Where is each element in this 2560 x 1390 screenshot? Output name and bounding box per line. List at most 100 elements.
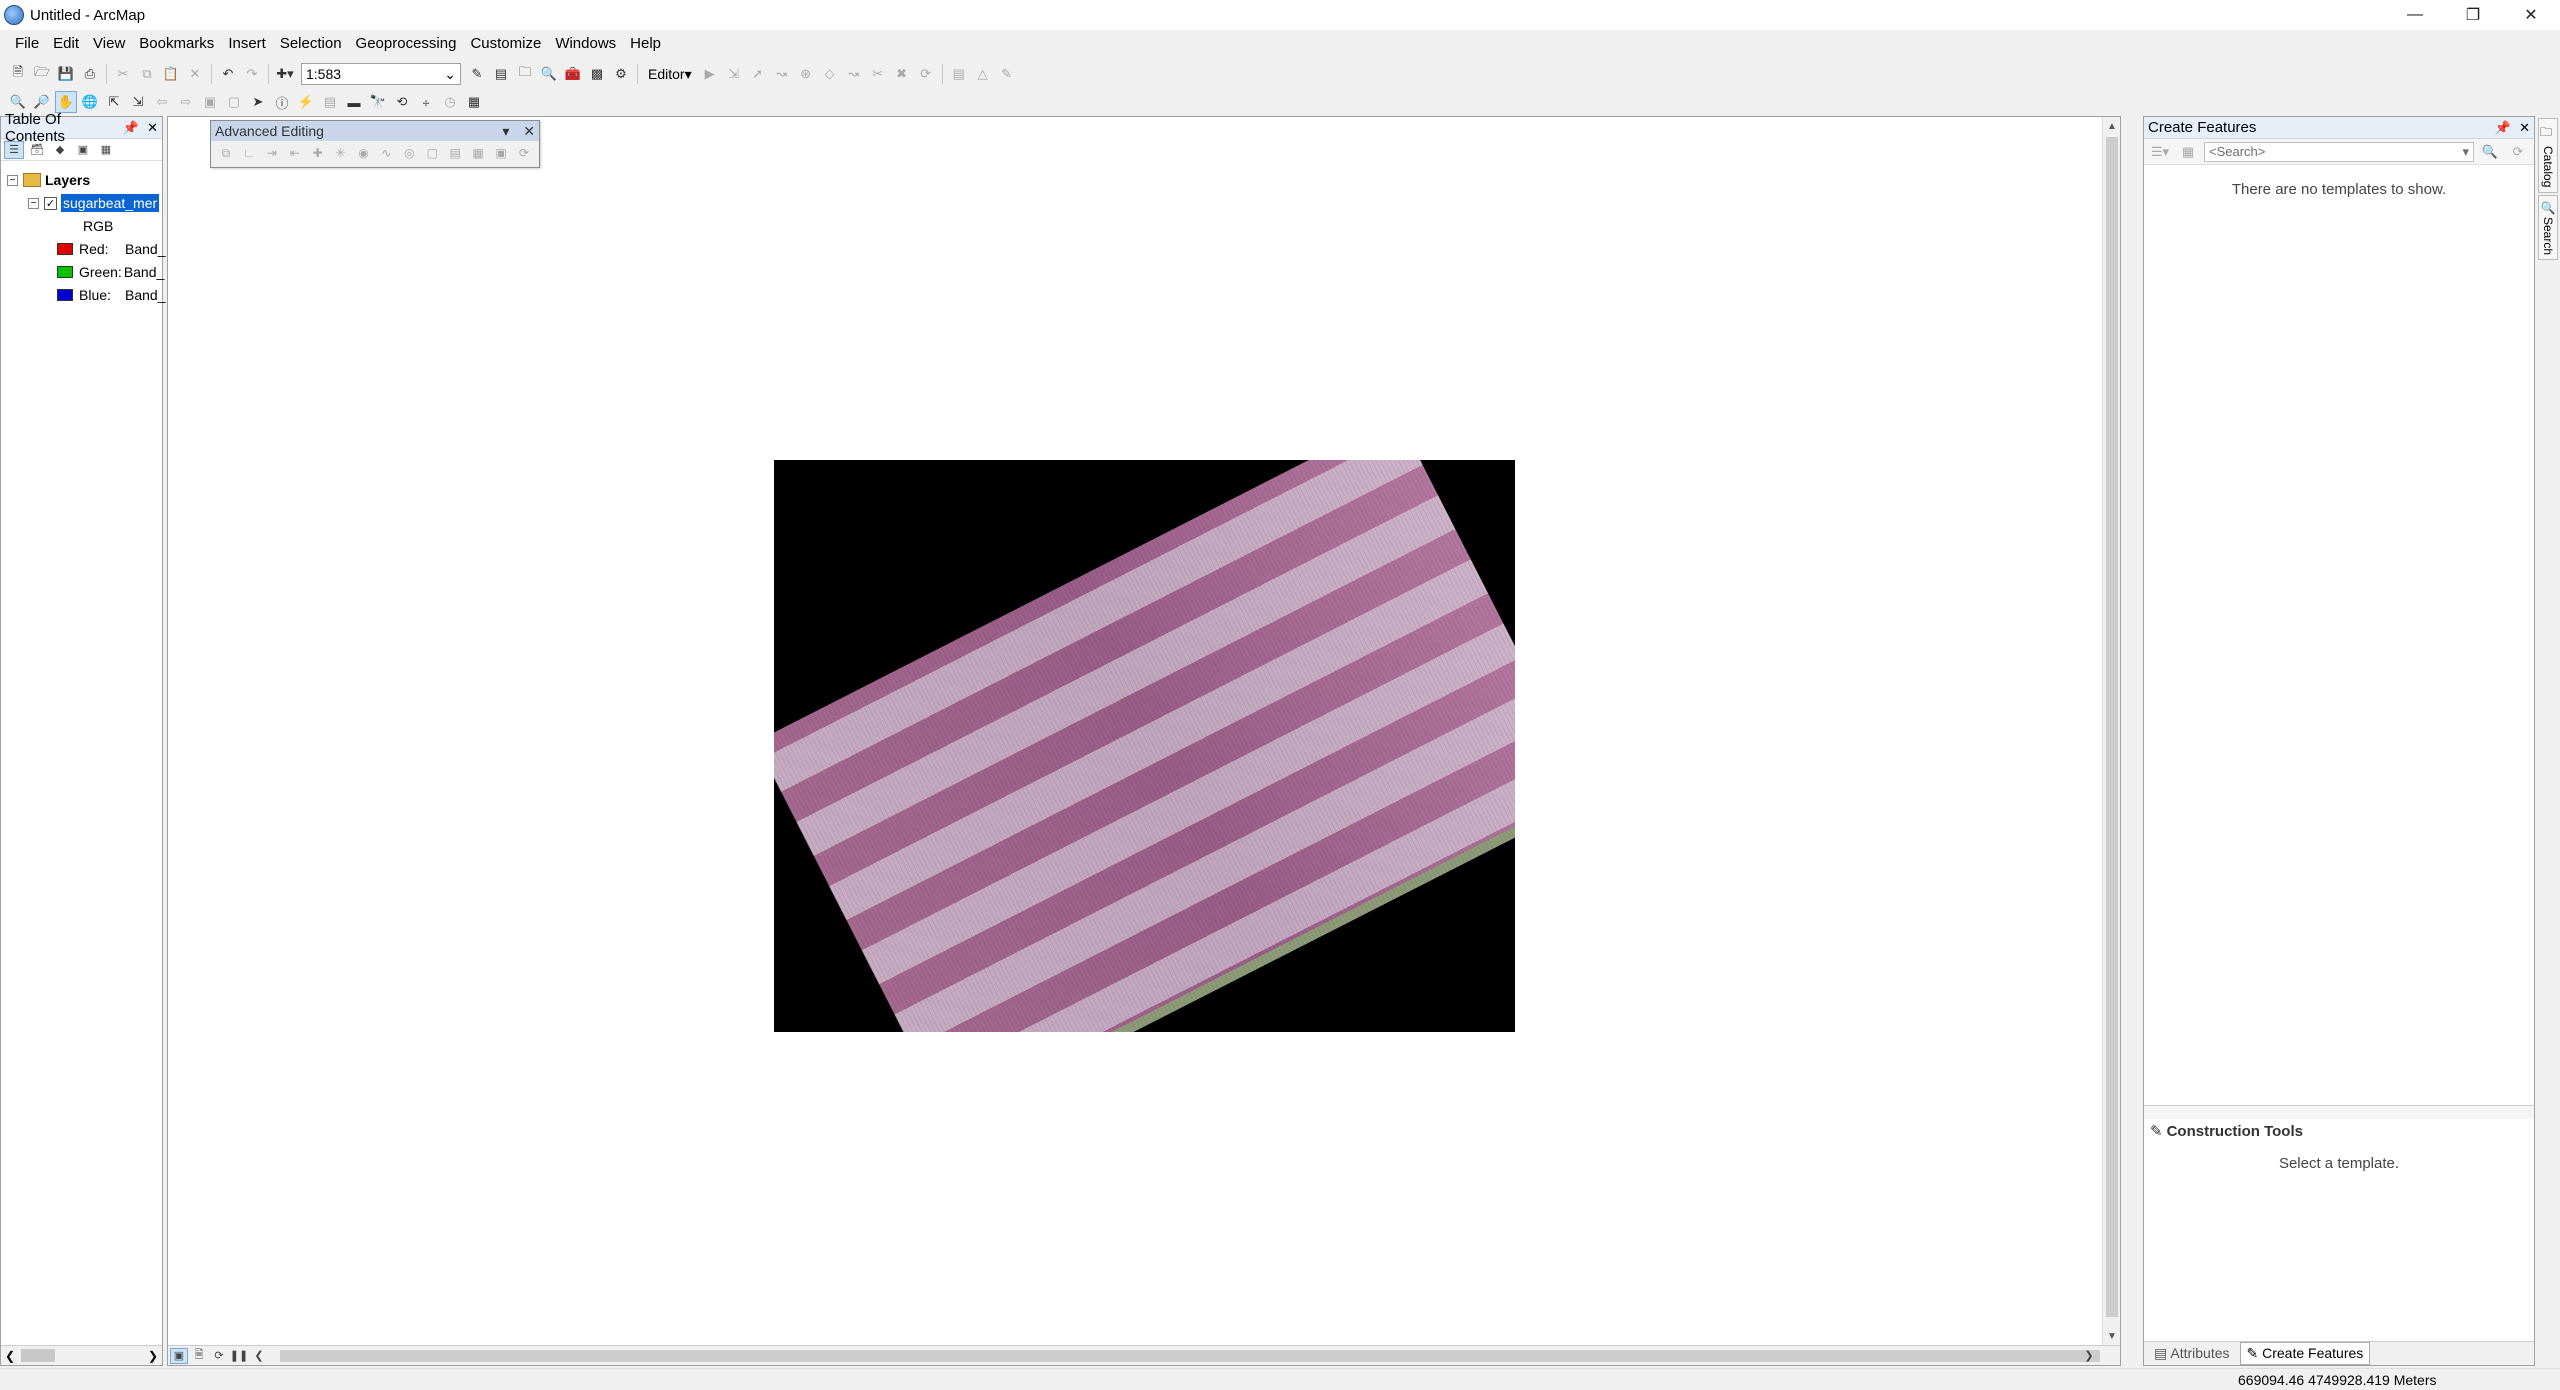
scroll-left-icon[interactable]: ❮ [250,1348,268,1364]
toc-horizontal-scrollbar[interactable]: ❮ ❯ [1,1345,162,1365]
panel-splitter[interactable] [2144,1105,2534,1119]
toc-band-row-red[interactable]: Red: Band_ [57,238,165,260]
align-edge-icon[interactable]: ▦ [468,143,488,163]
tab-create-features[interactable]: ✎ Create Features [2239,1342,2371,1365]
menu-file[interactable]: File [8,30,46,58]
fixed-zoom-out-icon[interactable]: ⇲ [127,91,149,113]
select-by-rectangle-icon[interactable]: ▣ [199,91,221,113]
rotate-icon[interactable]: ⟳ [915,63,937,85]
straight-segment-icon[interactable]: ➚ [747,63,769,85]
toc-options-icon[interactable]: ▦ [96,141,116,159]
close-icon[interactable]: ✕ [2502,0,2560,30]
data-view-icon[interactable]: ▣ [170,1347,188,1364]
python-icon[interactable]: ▩ [586,63,608,85]
split-polygons-icon[interactable]: ▤ [445,143,465,163]
menu-customize[interactable]: Customize [463,30,548,58]
fillet-icon[interactable]: ∟ [239,143,259,163]
filter-icon[interactable]: ▦ [2177,141,2199,163]
scroll-down-icon[interactable]: ▼ [2103,1327,2120,1345]
toc-layers-row[interactable]: − Layers [7,169,90,191]
minimize-icon[interactable]: — [2386,0,2444,30]
toc-band-row-blue[interactable]: Blue: Band_ [57,284,165,306]
trim-icon[interactable]: ⇤ [285,143,305,163]
identify-icon[interactable]: ⓘ [271,91,293,113]
scroll-left-icon[interactable]: ❮ [5,1349,15,1363]
sketch-properties-icon[interactable]: △ [972,63,994,85]
search-window-icon[interactable]: 🔍 [538,63,560,85]
toc-layer-row[interactable]: − ✓ sugarbeat_mer [28,192,160,214]
explode-icon[interactable]: ✳ [331,143,351,163]
scroll-right-icon[interactable]: ❯ [148,1349,158,1363]
refresh-icon[interactable]: ⟳ [210,1348,228,1364]
layer-name[interactable]: sugarbeat_mer [61,194,160,212]
search-icon[interactable]: 🔍 [2479,141,2501,163]
close-icon[interactable]: ✕ [2519,120,2530,136]
map-scale-combo[interactable]: 1:583 ⌄ [301,63,461,85]
new-document-icon[interactable]: 🗎 [7,63,29,85]
tab-search[interactable]: 🔍 Search [2538,194,2558,261]
select-elements-icon[interactable]: ➤ [247,91,269,113]
hyperlink-icon[interactable]: ⚡ [295,91,317,113]
attributes-icon[interactable]: ▤ [948,63,970,85]
open-icon[interactable]: 🗁 [31,63,53,85]
menu-bookmarks[interactable]: Bookmarks [132,30,221,58]
scroll-right-icon[interactable]: ❯ [2080,1348,2098,1364]
catalog-icon[interactable]: 🗀 [514,63,536,85]
save-icon[interactable]: 💾 [55,63,77,85]
list-by-visibility-icon[interactable]: ◆ [50,141,70,159]
collapse-icon[interactable]: − [7,174,18,186]
reshape-icon[interactable]: ↝ [843,63,865,85]
menu-windows[interactable]: Windows [548,30,623,58]
menu-geoprocessing[interactable]: Geoprocessing [349,30,464,58]
model-builder-icon[interactable]: ⚙ [610,63,632,85]
menu-selection[interactable]: Selection [273,30,349,58]
scroll-thumb[interactable] [280,1350,2100,1362]
edit-vertices-icon[interactable]: ◇ [819,63,841,85]
editor-toolbar-icon[interactable]: ✎ [466,63,488,85]
list-by-selection-icon[interactable]: ▣ [73,141,93,159]
scroll-thumb[interactable] [21,1349,55,1362]
layout-view-icon[interactable]: 🗎 [190,1348,208,1364]
time-slider-icon[interactable]: ◷ [439,91,461,113]
menu-view[interactable]: View [86,30,132,58]
layer-visibility-checkbox[interactable]: ✓ [44,196,57,210]
copy-features-icon[interactable]: ⧉ [216,143,236,163]
table-of-contents-icon[interactable]: ▤ [490,63,512,85]
line-intersection-icon[interactable]: ✚ [308,143,328,163]
close-icon[interactable]: ✕ [147,120,158,136]
paste-icon[interactable]: 📋 [160,63,182,85]
find-icon[interactable]: 🔭 [367,91,389,113]
construct-polygons-icon[interactable]: ▢ [422,143,442,163]
clear-selection-icon[interactable]: ▢ [223,91,245,113]
menu-help[interactable]: Help [623,30,668,58]
generalize-icon[interactable]: ◉ [354,143,374,163]
undo-icon[interactable]: ↶ [217,63,239,85]
scroll-up-icon[interactable]: ▲ [2103,117,2120,135]
list-by-drawing-order-icon[interactable]: ☰ [4,140,24,159]
editor-menu-button[interactable]: Editor▾ [648,66,692,83]
pin-icon[interactable]: 📌 [123,120,139,136]
template-search-input[interactable]: <Search> ▾ [2204,141,2474,162]
delete-icon[interactable]: ✕ [184,63,206,85]
arctoolbox-icon[interactable]: 🧰 [562,63,584,85]
measure-icon[interactable]: ▬ [343,91,365,113]
copy-icon[interactable]: ⧉ [136,63,158,85]
menu-edit[interactable]: Edit [46,30,86,58]
organize-templates-icon[interactable]: ☰▾ [2149,141,2171,163]
rotate-feature-icon[interactable]: ⟳ [514,143,534,163]
cut-icon[interactable]: ✂ [112,63,134,85]
edit-annotation-icon[interactable]: ⇲ [723,63,745,85]
toc-band-row-green[interactable]: Green: Band_ [57,261,164,283]
redo-icon[interactable]: ↷ [241,63,263,85]
clear-search-icon[interactable]: ⟳ [2507,141,2529,163]
collapse-icon[interactable]: − [28,197,39,209]
map-view[interactable]: ▲ ▼ ▣ 🗎 ⟳ ❚❚ ❮ ❯ [167,116,2121,1366]
cut-polygons-icon[interactable]: ✂ [867,63,889,85]
pin-icon[interactable]: 📌 [2495,120,2511,136]
edit-tool-icon[interactable]: ▶ [699,63,721,85]
advanced-editing-toolbar[interactable]: Advanced Editing ▾ ✕ ⧉ ∟ ⇥ ⇤ ✚ ✳ ◉ ∿ ◎ ▢… [210,120,540,168]
restore-icon[interactable]: ❐ [2444,0,2502,30]
tab-catalog[interactable]: 🗀 Catalog [2538,118,2558,193]
create-features-icon[interactable]: ✎ [996,63,1018,85]
tab-attributes[interactable]: ▤ Attributes [2148,1343,2236,1364]
